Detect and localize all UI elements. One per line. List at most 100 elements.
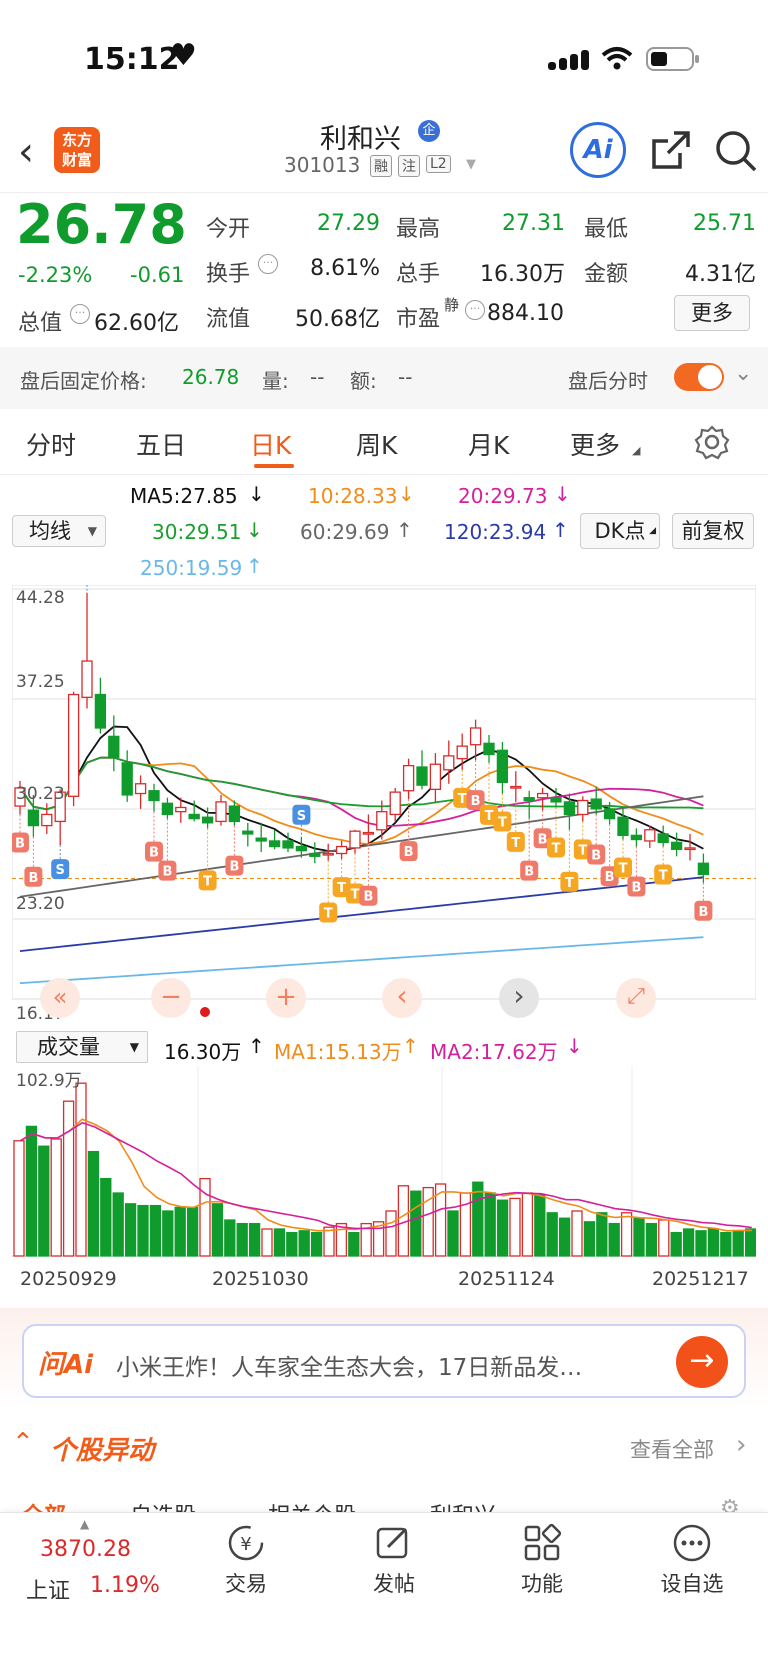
tab-more[interactable]: 更多 [570,426,620,462]
volume-selector[interactable]: 成交量 ▼ [16,1031,148,1063]
signal-label: T [511,836,520,851]
candle-body [282,840,294,849]
more-dots-icon [673,1524,711,1562]
volume-bar [732,1230,744,1257]
signal-label: B [229,860,239,875]
nav-functions[interactable]: 功能 [502,1523,582,1598]
volume-now: 16.30万 [164,1040,242,1064]
tab-daily-k[interactable]: 日K [250,426,291,462]
low-value: 25.71 [693,211,756,236]
candlestick-chart[interactable]: SSSBBBBTBTTTBBTBTTTBBTTTBBTBTB [12,585,756,1027]
scroll-left-fast-button[interactable]: « [40,978,80,1018]
candle-body [697,862,710,876]
candle-body [496,749,509,784]
bottom-nav: ▲ 3870.28 上证 1.19% ¥ 交易 发帖 功能 设自选 [0,1512,768,1670]
chevron-right-icon[interactable]: › [736,1430,746,1460]
volume-bar [571,1210,583,1257]
ai-send-button[interactable]: → [676,1336,728,1388]
volume-bar [248,1222,261,1257]
tab-related[interactable]: 相关个股 [268,1498,356,1512]
ai-ask-bar[interactable]: 问Ai 小米王炸！人车家全生态大会，17日新品发… → [22,1324,746,1398]
volume-value: 16.30万 [480,262,565,287]
pe-label: 市盈 [396,307,441,332]
volume-bar [682,1228,695,1257]
volume-bar [385,1210,397,1257]
dropdown-icon[interactable]: ▼ [466,157,476,172]
nav-trade[interactable]: ¥ 交易 [206,1523,286,1598]
more-button[interactable]: 更多 [674,295,750,331]
y-tick-label: 23.20 [16,894,65,914]
clock: 15:12 [84,42,180,77]
candle-body [94,693,107,729]
tab-weekly-k[interactable]: 周K [356,426,397,462]
high-label: 最高 [396,217,441,242]
settings-icon[interactable] [694,424,730,460]
chevron-up-icon[interactable]: ⌃ [12,1428,34,1458]
chevron-down-icon[interactable]: ⌄ [734,361,752,386]
view-all-link[interactable]: 查看全部 [630,1434,714,1464]
info-icon[interactable]: ··· [465,300,485,320]
info-icon[interactable]: ··· [258,254,278,274]
candle-body [134,783,147,795]
tab-watchlist[interactable]: 自选股 [130,1498,196,1512]
x-tick-label: 20250929 [20,1268,117,1290]
volume-bar [174,1206,186,1257]
volume-bar [472,1181,484,1257]
signal-label: B [631,881,641,896]
ai-button[interactable]: Ai [570,122,626,178]
nav-trade-label: 交易 [225,1572,267,1596]
volume-ma2-arrow: ↓ [566,1034,583,1058]
candle-body [456,745,468,760]
nav-post[interactable]: 发帖 [354,1523,434,1598]
tab-all[interactable]: 全部 [22,1498,66,1512]
afterhours-vol-label: 量: [262,369,289,393]
volume-ma1-arrow: ↑ [402,1034,419,1058]
nav-add-watchlist-label: 设自选 [660,1572,724,1596]
section-tabs: 全部 自选股 相关个股 利和兴 ⚙ [0,1478,768,1512]
signal-label: B [605,870,615,885]
fullscreen-button[interactable]: ⤢ [616,978,656,1018]
volume-bar [100,1177,112,1257]
indicator-selector[interactable]: 均线 ▼ [12,515,106,547]
volume-bar [149,1204,162,1257]
signal-label: T [351,887,360,902]
tab-monthly-k[interactable]: 月K [468,426,509,462]
dk-point-button[interactable]: DK点 ◢ [580,513,660,549]
afterhours-toggle[interactable] [674,363,724,391]
volume-bar [310,1231,323,1257]
tab-five-day[interactable]: 五日 [136,426,186,462]
gear-icon[interactable]: ⚙ [720,1496,740,1512]
change-value: -0.61 [130,263,185,287]
signal-label: B [162,865,172,880]
search-icon[interactable] [714,129,758,173]
scroll-right-button[interactable]: › [499,978,539,1018]
scroll-left-button[interactable]: ‹ [382,978,422,1018]
tab-timeshare[interactable]: 分时 [26,426,76,462]
volume-bar [596,1212,608,1257]
volume-chart[interactable] [12,1066,756,1260]
signal-label: B [471,794,481,809]
back-icon[interactable]: ‹ [18,129,34,175]
afterhours-price: 26.78 [182,365,240,389]
candle-body [108,735,120,758]
volume-bar [298,1230,310,1257]
index-percent[interactable]: 1.19% [90,1573,160,1598]
candle-body [617,816,629,837]
ai-banner: 问Ai 小米王炸！人车家全生态大会，17日新品发… → [0,1308,768,1408]
zoom-in-button[interactable]: + [266,978,306,1018]
ai-label: 问Ai [38,1350,94,1380]
info-icon[interactable]: ··· [70,304,90,324]
zoom-out-button[interactable]: − [151,978,191,1018]
tab-stock[interactable]: 利和兴 [430,1498,496,1512]
volume-bar [211,1203,224,1257]
share-icon[interactable] [648,129,692,173]
volume-bar [137,1204,149,1257]
candle-body [67,693,80,797]
app-logo[interactable]: 东方 财富 [54,127,100,173]
index-name[interactable]: 上证 [26,1573,70,1605]
nav-add-watchlist[interactable]: 设自选 [652,1523,732,1598]
pe-value: 884.10 [487,301,564,326]
stock-code: 301013 [284,153,361,177]
adjust-button[interactable]: 前复权 [672,513,754,549]
index-value[interactable]: 3870.28 [40,1537,131,1562]
